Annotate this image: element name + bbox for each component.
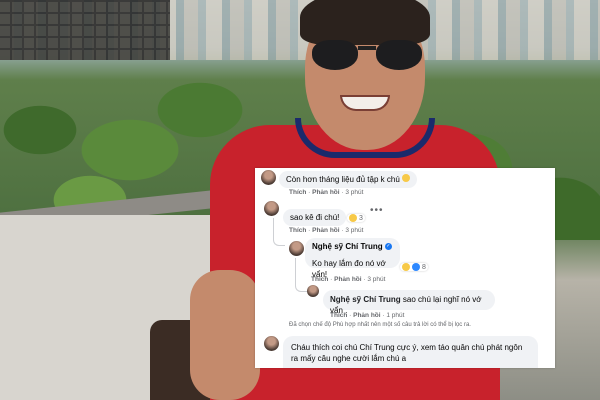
commenter-avatar[interactable] (264, 336, 279, 351)
haha-reaction-icon (349, 214, 357, 222)
haha-reaction-icon (402, 263, 410, 271)
verified-badge-icon: ✓ (384, 243, 392, 251)
comment-time[interactable]: 3 phút (345, 189, 363, 196)
comment-actions: Thích · Phản hồi · 3 phút (289, 227, 364, 234)
comment-bubble: Còn hơn tháng liệu đủ tập k chú (279, 171, 418, 188)
reply-actions: Thích · Phản hồi · 1 phút (330, 312, 405, 319)
reaction-count: 3 (359, 214, 363, 222)
reply-time[interactable]: 1 phút (386, 312, 404, 319)
reply-time[interactable]: 3 phút (367, 276, 385, 283)
like-link[interactable]: Thích (311, 276, 328, 283)
commenter-avatar[interactable] (264, 201, 279, 216)
commenter-avatar[interactable] (307, 285, 319, 297)
like-link[interactable]: Thích (289, 227, 306, 234)
comment-text: Còn hơn tháng liệu đủ tập k chú (286, 175, 400, 184)
author-avatar[interactable] (289, 241, 304, 256)
reply-link[interactable]: Phản hồi (312, 227, 339, 234)
like-link[interactable]: Thích (289, 189, 306, 196)
arm (190, 270, 260, 400)
comment-bubble: sao kê đi chú! (283, 209, 347, 226)
commenter-avatar[interactable] (261, 170, 276, 185)
comment-actions: Thích · Phản hồi · 3 phút (289, 189, 364, 196)
laughing-emoji-icon (402, 174, 411, 182)
comment-text: Cháu thích coi chú Chí Trung cực ý, xem … (291, 343, 523, 363)
mentioned-author[interactable]: Nghệ sỹ Chí Trung (330, 295, 401, 304)
thread-connector (273, 218, 285, 246)
author-name[interactable]: Nghệ sỹ Chí Trung (312, 242, 383, 251)
filter-notice: Đã chọn chế độ Phù hợp nhất nên một số c… (289, 322, 471, 328)
reply-bubble: Nghệ sỹ Chí Trung sao chú lại nghĩ nó vớ… (323, 290, 495, 315)
comment-thread: Còn hơn tháng liệu đủ tập k chú Thích · … (255, 168, 555, 368)
reply-link[interactable]: Phản hồi (312, 189, 339, 196)
reaction-count: 8 (422, 263, 426, 271)
hair (300, 0, 430, 45)
like-link[interactable]: Thích (330, 312, 347, 319)
like-reaction-icon (412, 263, 420, 271)
reply-bubble: Nghệ sỹ Chí Trung ✓ Ko hay lắm đo nó vớ … (305, 238, 400, 279)
reaction-summary[interactable]: 8 (400, 263, 428, 271)
comment-bubble: Cháu thích coi chú Chí Trung cực ý, xem … (283, 336, 538, 368)
reply-actions: Thích · Phản hồi · 3 phút (311, 276, 386, 283)
reply-link[interactable]: Phản hồi (334, 276, 361, 283)
comment-text: sao kê đi chú! (290, 213, 340, 222)
reaction-summary[interactable]: 3 (347, 214, 365, 222)
more-options-icon[interactable]: ••• (370, 205, 384, 216)
reply-link[interactable]: Phản hồi (353, 312, 380, 319)
comment-time[interactable]: 3 phút (345, 227, 363, 234)
sunglasses (312, 40, 422, 70)
